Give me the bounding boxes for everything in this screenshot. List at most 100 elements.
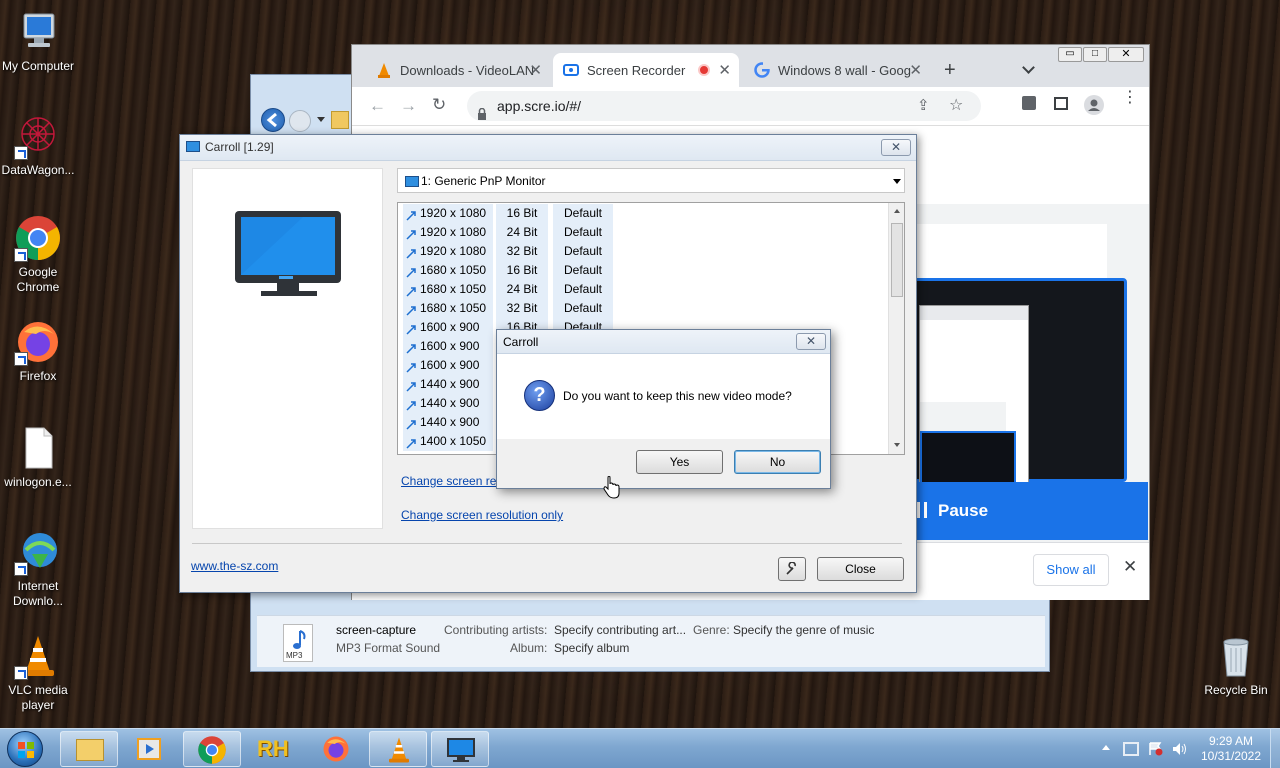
- tab-search-chevron-icon[interactable]: [1022, 61, 1035, 74]
- share-icon[interactable]: ⇪: [917, 91, 930, 121]
- minimize-button[interactable]: ▭: [1058, 47, 1082, 62]
- resize-arrow-icon: [406, 417, 416, 430]
- clock[interactable]: 9:29 AM 10/31/2022: [1196, 734, 1266, 764]
- scroll-thumb[interactable]: [891, 223, 903, 297]
- album-label: Album:: [510, 641, 548, 655]
- back-arrow-icon[interactable]: ←: [369, 96, 386, 116]
- tab-close-icon[interactable]: ✕: [909, 61, 922, 79]
- taskbar-firefox[interactable]: [307, 731, 365, 767]
- mode-color-depth: 32 Bit: [496, 242, 548, 261]
- desktop-icon-winlogon[interactable]: winlogon.e...: [0, 424, 76, 490]
- taskbar-rh[interactable]: RH: [245, 731, 303, 767]
- dialog-close-x-button[interactable]: ✕: [796, 333, 826, 350]
- reload-icon[interactable]: ↻: [432, 95, 446, 115]
- tab-windows-8-wall[interactable]: Windows 8 wall - Goog ✕: [744, 53, 930, 87]
- mode-resolution: 1680 x 1050: [403, 261, 493, 280]
- desktop-icon-firefox[interactable]: Firefox: [0, 318, 76, 384]
- mode-color-depth: 16 Bit: [496, 261, 548, 280]
- taskbar-vlc[interactable]: [369, 731, 427, 767]
- taskbar-explorer[interactable]: [60, 731, 118, 767]
- tab-screen-recorder[interactable]: Screen Recorder - ✕: [553, 53, 739, 87]
- side-panel-icon[interactable]: [1054, 97, 1068, 110]
- show-hidden-icons-arrow[interactable]: [1102, 745, 1110, 750]
- taskbar-chrome[interactable]: [183, 731, 241, 767]
- monitor-select[interactable]: 1: Generic PnP Monitor: [397, 168, 905, 193]
- vlc-favicon-icon: [378, 63, 390, 78]
- album-value[interactable]: Specify album: [554, 641, 629, 655]
- action-center-flag-icon[interactable]: [1148, 742, 1164, 756]
- new-tab-button[interactable]: +: [944, 59, 956, 82]
- explorer-back-button[interactable]: [261, 108, 285, 132]
- taskbar-media-player[interactable]: [121, 731, 179, 767]
- rh-label: RH: [257, 736, 289, 761]
- vlc-cone-icon: [389, 737, 409, 763]
- explorer-forward-button[interactable]: [289, 110, 311, 132]
- desktop-icon-internet-download[interactable]: Internet Downlo...: [0, 528, 76, 609]
- video-mode-row[interactable]: 1680 x 1050 16 Bit Default: [398, 261, 882, 280]
- maximize-button[interactable]: □: [1083, 47, 1107, 62]
- mode-resolution: 1600 x 900: [403, 318, 493, 337]
- bookmark-star-icon[interactable]: ☆: [949, 91, 963, 121]
- show-desktop-button[interactable]: [1270, 729, 1280, 768]
- desktop-icon-recycle-bin[interactable]: Recycle Bin: [1198, 632, 1274, 698]
- close-shelf-icon[interactable]: ✕: [1123, 557, 1137, 577]
- resize-arrow-icon: [406, 322, 416, 335]
- extensions-puzzle-icon[interactable]: [1022, 96, 1036, 110]
- yes-button[interactable]: Yes: [636, 450, 723, 474]
- address-bar[interactable]: app.scre.io/#/ ⇪ ☆: [467, 91, 981, 121]
- file-name: screen-capture: [336, 623, 417, 637]
- video-mode-row[interactable]: 1680 x 1050 32 Bit Default: [398, 299, 882, 318]
- mode-refresh-rate: Default: [553, 261, 613, 280]
- desktop-icon-google-chrome[interactable]: Google Chrome: [0, 214, 76, 295]
- desktop-icon-label: VLC media player: [8, 683, 68, 712]
- video-mode-row[interactable]: 1920 x 1080 16 Bit Default: [398, 204, 882, 223]
- resize-arrow-icon: [406, 341, 416, 354]
- mode-resolution: 1920 x 1080: [403, 223, 493, 242]
- no-button[interactable]: No: [734, 450, 821, 474]
- forward-arrow-icon[interactable]: →: [400, 96, 417, 116]
- list-scrollbar[interactable]: [888, 203, 904, 454]
- mp3-file-icon: MP3: [283, 624, 313, 662]
- pause-icon: [917, 502, 927, 518]
- tab-downloads-videolan[interactable]: Downloads - VideoLAN ✕: [366, 53, 550, 87]
- taskbar-carroll[interactable]: [431, 731, 489, 767]
- desktop-icon-label: Google Chrome: [16, 265, 60, 294]
- desktop-icon-vlc[interactable]: VLC media player: [0, 632, 76, 713]
- menu-kebab-icon[interactable]: ⋮: [1122, 90, 1138, 106]
- settings-wrench-button[interactable]: [778, 557, 806, 581]
- volume-icon[interactable]: [1172, 742, 1188, 756]
- website-link[interactable]: www.the-sz.com: [191, 559, 278, 573]
- video-mode-row[interactable]: 1920 x 1080 32 Bit Default: [398, 242, 882, 261]
- video-mode-row[interactable]: 1680 x 1050 24 Bit Default: [398, 280, 882, 299]
- carroll-close-x-button[interactable]: ✕: [881, 139, 911, 156]
- tab-title: Screen Recorder -: [587, 62, 687, 78]
- shortcut-arrow-icon: [14, 562, 28, 576]
- tab-close-icon[interactable]: ✕: [529, 61, 542, 79]
- scroll-down-arrow-icon[interactable]: [894, 443, 900, 447]
- close-button[interactable]: Close: [817, 557, 904, 581]
- desktop-icon-label: winlogon.e...: [4, 475, 72, 489]
- mode-resolution: 1440 x 900: [403, 375, 493, 394]
- shortcut-arrow-icon: [14, 146, 28, 160]
- tab-close-icon[interactable]: ✕: [718, 61, 731, 79]
- profile-avatar-icon[interactable]: [1084, 95, 1104, 115]
- start-button[interactable]: [4, 729, 46, 768]
- network-icon[interactable]: [1123, 742, 1139, 756]
- chevron-down-icon[interactable]: [317, 117, 325, 122]
- firefox-icon: [14, 318, 62, 366]
- desktop-icon-label: My Computer: [1, 59, 75, 73]
- show-all-button[interactable]: Show all: [1033, 554, 1109, 586]
- mode-resolution: 1920 x 1080: [403, 242, 493, 261]
- video-mode-row[interactable]: 1920 x 1080 24 Bit Default: [398, 223, 882, 242]
- change-screen-resolution-only-link[interactable]: Change screen resolution only: [401, 508, 563, 522]
- contributing-artists-value[interactable]: Specify contributing art...: [554, 623, 686, 637]
- desktop-icon-my-computer[interactable]: My Computer: [0, 8, 76, 74]
- genre-value[interactable]: Specify the genre of music: [733, 623, 874, 637]
- change-screen-resolution-link[interactable]: Change screen res: [401, 474, 502, 488]
- shortcut-arrow-icon: [14, 352, 28, 366]
- desktop-icon-datawagon[interactable]: DataWagon...: [0, 112, 76, 178]
- close-window-button[interactable]: ✕: [1108, 47, 1144, 62]
- window-title: Carroll [1.29]: [205, 140, 274, 154]
- scroll-up-arrow-icon[interactable]: [894, 209, 900, 213]
- pause-button[interactable]: Pause: [912, 482, 1148, 540]
